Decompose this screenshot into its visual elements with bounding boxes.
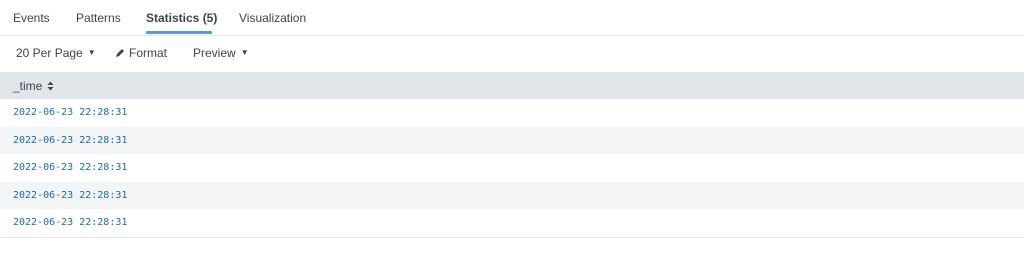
- format-label: Format: [129, 46, 168, 60]
- tab-patterns[interactable]: Patterns: [76, 11, 121, 25]
- active-tab-indicator: [146, 31, 212, 34]
- column-header-label: _time: [13, 78, 43, 93]
- table-header: _time: [0, 72, 1024, 99]
- tab-events[interactable]: Events: [13, 11, 50, 25]
- column-header-time[interactable]: _time: [13, 79, 54, 93]
- time-cell[interactable]: 2022-06-23 22:28:31: [13, 190, 127, 201]
- table-body: 2022-06-23 22:28:31 2022-06-23 22:28:31 …: [0, 99, 1024, 237]
- preview-label: Preview: [193, 46, 236, 60]
- caret-down-icon: ▼: [87, 48, 96, 57]
- sort-icon: [47, 81, 54, 90]
- time-cell[interactable]: 2022-06-23 22:28:31: [13, 135, 127, 146]
- time-cell[interactable]: 2022-06-23 22:28:31: [13, 162, 127, 173]
- table-row: 2022-06-23 22:28:31: [0, 154, 1024, 182]
- pencil-icon: [116, 49, 124, 57]
- preview-dropdown[interactable]: Preview ▼: [193, 46, 249, 60]
- table-row: 2022-06-23 22:28:31: [0, 209, 1024, 237]
- table-row: 2022-06-23 22:28:31: [0, 99, 1024, 127]
- time-cell[interactable]: 2022-06-23 22:28:31: [13, 217, 127, 228]
- per-page-dropdown[interactable]: 20 Per Page ▼: [16, 46, 96, 60]
- tab-bar: Events Patterns Statistics (5) Visualiza…: [0, 0, 1024, 36]
- tab-statistics[interactable]: Statistics (5): [146, 11, 217, 25]
- format-button[interactable]: Format: [115, 46, 167, 60]
- time-cell[interactable]: 2022-06-23 22:28:31: [13, 107, 127, 118]
- tab-visualization[interactable]: Visualization: [239, 11, 306, 25]
- table-row: 2022-06-23 22:28:31: [0, 126, 1024, 154]
- caret-down-icon: ▼: [240, 48, 249, 57]
- results-toolbar: 20 Per Page ▼ Format Preview ▼: [0, 36, 1024, 71]
- per-page-label: 20 Per Page: [16, 46, 83, 60]
- table-row: 2022-06-23 22:28:31: [0, 181, 1024, 209]
- statistics-table: _time 2022-06-23 22:28:31 2022-06-23 22:…: [0, 72, 1024, 238]
